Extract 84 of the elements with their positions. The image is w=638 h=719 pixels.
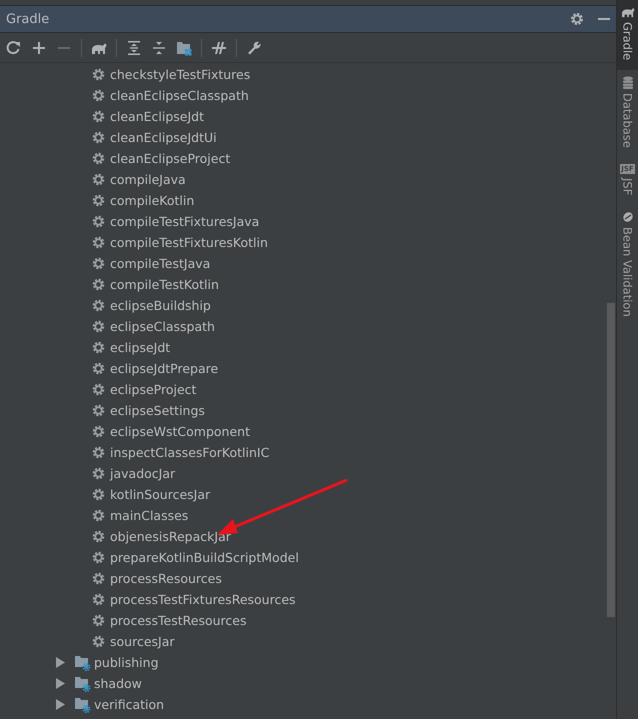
group-item[interactable]: publishing bbox=[94, 655, 159, 670]
gear-icon bbox=[92, 614, 105, 627]
gear-icon bbox=[92, 488, 105, 501]
side-tab-label: Database bbox=[620, 93, 634, 148]
folder-gear-icon bbox=[74, 654, 92, 670]
elephant-icon bbox=[620, 6, 634, 18]
task-item[interactable]: processTestResources bbox=[110, 613, 246, 628]
gear-icon bbox=[92, 173, 105, 186]
task-item[interactable]: inspectClassesForKotlinIC bbox=[110, 445, 270, 460]
task-item[interactable]: compileTestJava bbox=[110, 256, 210, 271]
gear-icon bbox=[92, 110, 105, 123]
group-item[interactable]: shadow bbox=[94, 676, 142, 691]
gear-icon bbox=[92, 551, 105, 564]
task-item[interactable]: cleanEclipseJdt bbox=[110, 109, 204, 124]
side-tab[interactable]: Database bbox=[617, 70, 638, 158]
gear-icon bbox=[92, 593, 105, 606]
task-item[interactable]: eclipseJdtPrepare bbox=[110, 361, 218, 376]
gear-icon bbox=[92, 131, 105, 144]
add-icon[interactable] bbox=[31, 40, 47, 56]
minimize-icon[interactable] bbox=[598, 18, 610, 20]
side-tab[interactable]: Bean Validation bbox=[617, 205, 638, 328]
task-item[interactable]: cleanEclipseJdtUi bbox=[110, 130, 217, 145]
task-item[interactable]: eclipseWstComponent bbox=[110, 424, 250, 439]
task-item[interactable]: eclipseClasspath bbox=[110, 319, 215, 334]
side-tab-label: Bean Validation bbox=[620, 227, 634, 318]
collapse-all-icon[interactable] bbox=[151, 40, 167, 56]
folder-gear-icon bbox=[74, 676, 92, 692]
task-item[interactable]: compileTestFixturesJava bbox=[110, 214, 260, 229]
gear-icon bbox=[92, 467, 105, 480]
task-item[interactable]: compileTestFixturesKotlin bbox=[110, 235, 268, 250]
gear-icon bbox=[92, 215, 105, 228]
folder-grid-icon[interactable] bbox=[176, 40, 192, 56]
task-item[interactable]: compileJava bbox=[110, 172, 186, 187]
folder-gear-icon bbox=[74, 696, 92, 712]
task-item[interactable]: processTestFixturesResources bbox=[110, 592, 296, 607]
gear-icon bbox=[92, 572, 105, 585]
gear-icon bbox=[92, 635, 105, 648]
settings-icon[interactable] bbox=[570, 12, 584, 26]
gear-icon bbox=[92, 320, 105, 333]
panel-title: Gradle bbox=[6, 12, 50, 26]
task-item[interactable]: cleanEclipseClasspath bbox=[110, 88, 249, 103]
task-item[interactable]: eclipseSettings bbox=[110, 403, 205, 418]
expand-all-icon[interactable] bbox=[126, 40, 142, 56]
task-item[interactable]: mainClasses bbox=[110, 508, 188, 523]
task-item[interactable]: sourcesJar bbox=[110, 634, 175, 649]
gear-icon bbox=[92, 299, 105, 312]
side-tab-label: JSF bbox=[620, 178, 634, 196]
gear-icon bbox=[92, 236, 105, 249]
task-item[interactable]: javadocJar bbox=[110, 466, 176, 481]
group-item[interactable]: verification bbox=[94, 697, 164, 712]
gear-icon bbox=[92, 425, 105, 438]
gear-icon bbox=[92, 404, 105, 417]
expand-arrow-icon[interactable] bbox=[56, 699, 65, 710]
task-item[interactable]: checkstyleTestFixtures bbox=[110, 67, 250, 82]
gear-icon bbox=[92, 194, 105, 207]
task-item[interactable]: compileKotlin bbox=[110, 193, 194, 208]
gear-icon bbox=[92, 89, 105, 102]
task-item[interactable]: compileTestKotlin bbox=[110, 277, 219, 292]
task-item[interactable]: prepareKotlinBuildScriptModel bbox=[110, 550, 299, 565]
gear-icon bbox=[92, 68, 105, 81]
task-item[interactable]: eclipseProject bbox=[110, 382, 196, 397]
task-item[interactable]: objenesisRepackJar bbox=[110, 529, 231, 544]
task-item[interactable]: kotlinSourcesJar bbox=[110, 487, 210, 502]
gear-icon bbox=[92, 341, 105, 354]
task-item[interactable]: cleanEclipseProject bbox=[110, 151, 230, 166]
gear-icon bbox=[92, 509, 105, 522]
gear-icon bbox=[92, 446, 105, 459]
wrench-icon[interactable] bbox=[246, 40, 262, 56]
refresh-icon[interactable] bbox=[6, 40, 22, 56]
task-item[interactable]: eclipseBuildship bbox=[110, 298, 211, 313]
expand-arrow-icon[interactable] bbox=[56, 678, 65, 689]
gear-icon bbox=[92, 383, 105, 396]
gear-icon bbox=[92, 278, 105, 291]
gear-icon bbox=[92, 530, 105, 543]
scrollbar-thumb[interactable] bbox=[607, 303, 615, 617]
database-icon bbox=[622, 76, 634, 90]
gear-icon bbox=[92, 257, 105, 270]
gear-icon bbox=[92, 362, 105, 375]
side-tab[interactable]: Gradle bbox=[617, 0, 638, 70]
task-item[interactable]: eclipseJdt bbox=[110, 340, 170, 355]
expand-arrow-icon[interactable] bbox=[56, 657, 65, 668]
task-item[interactable]: processResources bbox=[110, 571, 222, 586]
side-tab-label: Gradle bbox=[620, 22, 634, 60]
gear-icon bbox=[92, 152, 105, 165]
